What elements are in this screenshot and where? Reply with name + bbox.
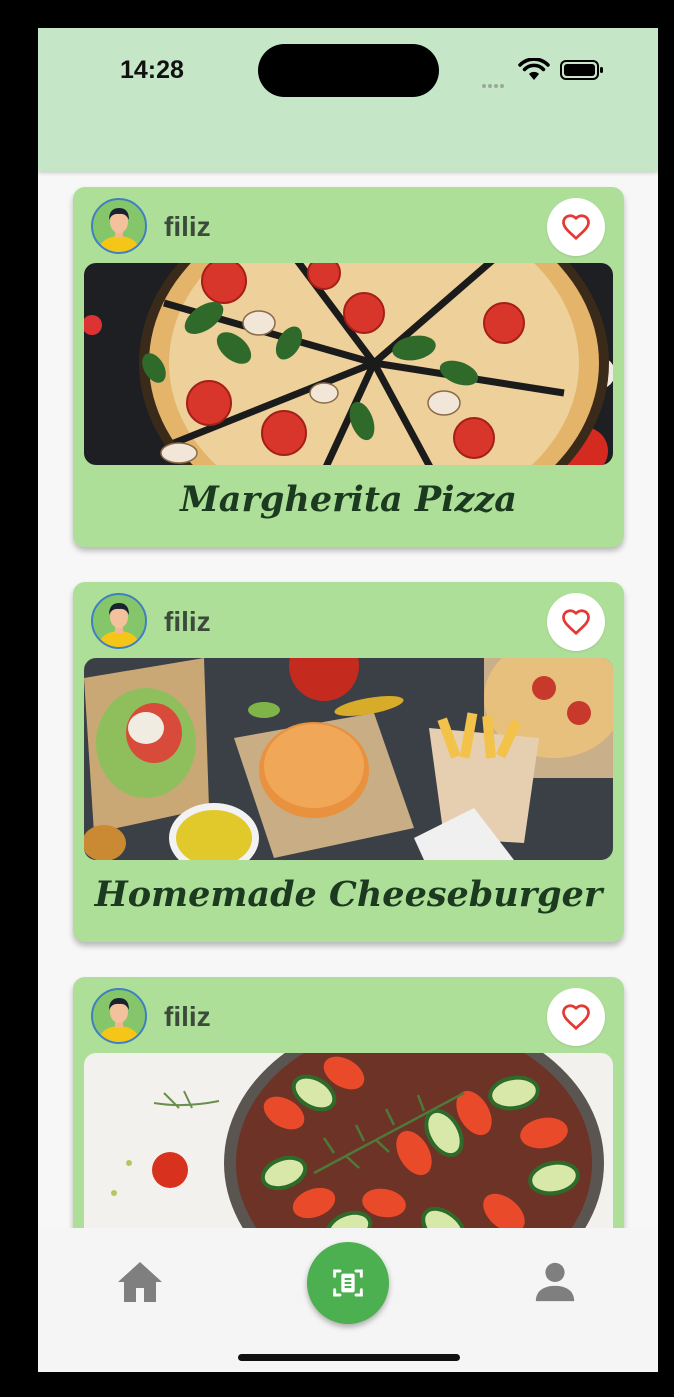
dynamic-island: [258, 44, 439, 97]
favorite-button[interactable]: [547, 198, 605, 256]
heart-outline-icon: [562, 609, 590, 636]
user-avatar-icon: [99, 603, 139, 647]
heart-outline-icon: [562, 1004, 590, 1031]
favorite-button[interactable]: [547, 988, 605, 1046]
post-username: filiz: [164, 211, 211, 242]
scan-button[interactable]: [307, 1242, 389, 1324]
recipe-card[interactable]: filiz: [73, 582, 624, 942]
user-avatar-icon: [99, 998, 139, 1042]
home-icon[interactable]: [116, 1260, 164, 1304]
person-icon[interactable]: [532, 1260, 578, 1304]
cellular-signal-icon: [482, 75, 506, 93]
bottom-navigation: [38, 1228, 658, 1372]
avatar[interactable]: [91, 593, 147, 649]
scan-document-icon: [333, 1269, 363, 1297]
status-time: 14:28: [120, 56, 184, 84]
recipe-title: Homemade Cheeseburger: [94, 874, 603, 915]
recipe-photo[interactable]: [84, 263, 613, 465]
post-username: filiz: [164, 1001, 211, 1032]
wifi-icon: [518, 58, 550, 80]
recipe-photo[interactable]: [84, 658, 613, 860]
app-header: 14:28: [38, 28, 658, 171]
recipe-photo[interactable]: [84, 1053, 613, 1228]
post-username: filiz: [164, 606, 211, 637]
phone-screen: 14:28 filiz Margherita Pizza filiz Homem…: [38, 28, 658, 1372]
burger-fries-salad-photo: [84, 658, 613, 860]
recipe-card[interactable]: filiz: [73, 977, 624, 1228]
recipe-card[interactable]: filiz: [73, 187, 624, 547]
favorite-button[interactable]: [547, 593, 605, 651]
user-avatar-icon: [99, 208, 139, 252]
recipe-feed[interactable]: filiz Margherita Pizza filiz Homemade Ch…: [38, 171, 658, 1228]
avatar[interactable]: [91, 988, 147, 1044]
avatar[interactable]: [91, 198, 147, 254]
pizza-photo: [84, 263, 613, 465]
battery-icon: [560, 60, 603, 80]
ratatouille-photo: [84, 1053, 613, 1228]
heart-outline-icon: [562, 214, 590, 241]
recipe-title: Margherita Pizza: [180, 479, 517, 520]
home-indicator: [238, 1354, 460, 1361]
